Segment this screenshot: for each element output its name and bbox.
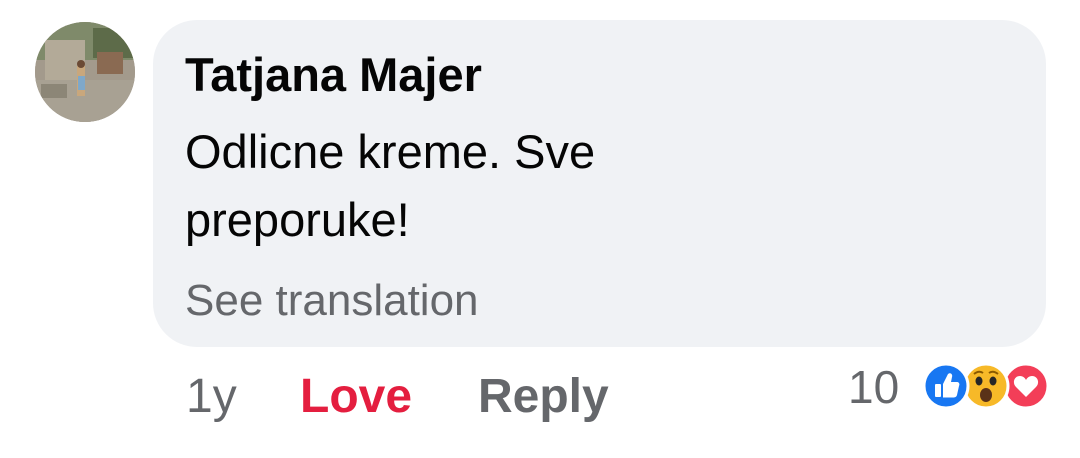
reply-button[interactable]: Reply [478,364,609,430]
like-icon [922,362,970,410]
see-translation-link[interactable]: See translation [185,272,479,330]
avatar[interactable] [35,22,135,122]
reaction-icons[interactable] [922,362,1052,410]
comment-timestamp[interactable]: 1y [186,364,237,430]
reaction-count[interactable]: 10 [848,358,899,416]
comment-author-name[interactable]: Tatjana Majer [185,44,482,106]
comment-text: Odlicne kreme. Sve preporuke! [185,125,596,246]
love-button[interactable]: Love [300,364,412,430]
